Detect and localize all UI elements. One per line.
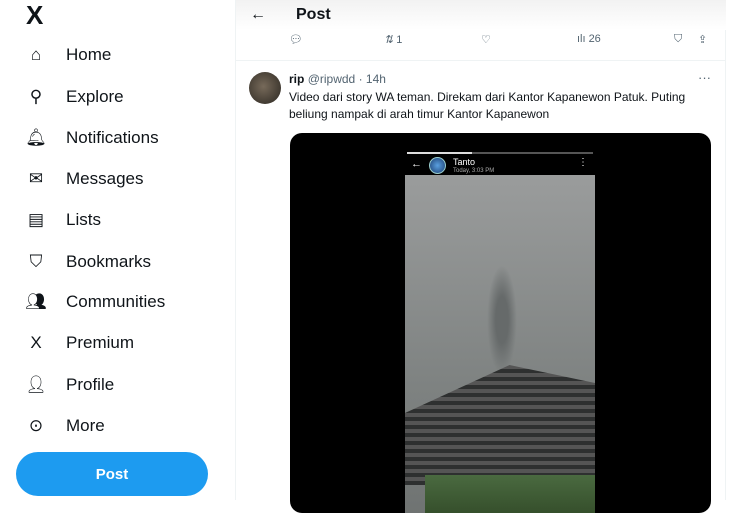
- sidebar-item-label: Notifications: [66, 128, 159, 147]
- sidebar-item-label: Communities: [66, 292, 166, 311]
- action-bar: 💬︎ ⇅ 1 ♡ ılı 26 ⛉ ⇪: [236, 33, 726, 53]
- story-name: Tanto: [453, 157, 476, 167]
- post-header: ← Post: [236, 0, 726, 30]
- sidebar-item-label: More: [66, 416, 105, 435]
- sidebar-item-label: Explore: [66, 87, 124, 106]
- views-count: 26: [588, 33, 601, 45]
- retweet-button[interactable]: ⇅ 1: [384, 33, 403, 47]
- sidebar-item-label: Lists: [66, 210, 101, 229]
- tornado-funnel: [487, 265, 517, 375]
- envelope-icon: ✉: [28, 169, 44, 188]
- post-button[interactable]: Post: [16, 452, 208, 496]
- story-avatar: [429, 157, 446, 174]
- author-name[interactable]: rip: [289, 72, 304, 86]
- views-icon: ılı: [577, 33, 586, 45]
- sidebar-item-label: Profile: [66, 375, 115, 394]
- more-options-icon[interactable]: ···: [698, 70, 711, 85]
- bell-icon: 🔔︎: [25, 128, 47, 147]
- back-arrow-icon[interactable]: ←: [250, 6, 266, 24]
- x-logo[interactable]: X: [26, 0, 43, 31]
- trees: [425, 475, 595, 513]
- story-menu-icon: ⋮: [578, 157, 588, 168]
- sidebar-item-messages[interactable]: ✉ Messages: [24, 167, 144, 191]
- sidebar-item-label: Home: [66, 45, 112, 64]
- tweet-video[interactable]: ← Tanto Today, 3:03 PM ⋮: [290, 133, 711, 513]
- sidebar: X ⌂ Home ⚲ Explore 🔔︎ Notifications ✉ Messages ▤…: [0, 0, 236, 500]
- bookmark-icon[interactable]: ⛉: [674, 33, 682, 46]
- divider: [236, 60, 726, 61]
- page-title: Post: [296, 6, 331, 23]
- sidebar-item-bookmarks[interactable]: ⛉ Bookmarks: [24, 250, 151, 274]
- main-column: ← Post 💬︎ ⇅ 1 ♡ ılı 26 ⛉ ⇪ rip @ripwdd · 1…: [236, 0, 726, 513]
- person-icon: 👤︎: [25, 375, 47, 394]
- sidebar-item-label: Bookmarks: [66, 252, 152, 271]
- video-frame: [405, 175, 595, 513]
- people-icon: 👥︎: [25, 292, 47, 311]
- tweet-meta: rip @ripwdd · 14h: [289, 72, 386, 86]
- tweet-time[interactable]: 14h: [366, 72, 386, 86]
- sidebar-item-more[interactable]: ⊙ More: [24, 414, 105, 438]
- sidebar-item-premium[interactable]: X Premium: [24, 331, 134, 355]
- story-time: Today, 3:03 PM: [453, 168, 495, 174]
- story-back-icon: ←: [411, 158, 422, 170]
- list-icon: ▤: [27, 210, 45, 229]
- story-progress: [407, 152, 593, 154]
- retweet-icon: ⇅: [384, 34, 394, 46]
- sidebar-item-label: Messages: [66, 169, 144, 188]
- home-icon: ⌂: [30, 45, 42, 64]
- reply-icon[interactable]: 💬︎: [289, 33, 303, 46]
- story-screenshot: ← Tanto Today, 3:03 PM ⋮: [405, 152, 595, 513]
- share-icon[interactable]: ⇪: [698, 33, 707, 46]
- author-handle[interactable]: @ripwdd: [308, 72, 356, 86]
- sidebar-item-lists[interactable]: ▤ Lists: [24, 208, 101, 232]
- sidebar-item-home[interactable]: ⌂ Home: [24, 43, 112, 67]
- more-circle-icon: ⊙: [28, 416, 44, 435]
- sidebar-item-communities[interactable]: 👥︎ Communities: [24, 290, 165, 314]
- views-button[interactable]: ılı 26: [577, 33, 601, 45]
- separator: ·: [358, 72, 363, 86]
- sidebar-item-profile[interactable]: 👤︎ Profile: [24, 373, 114, 397]
- sidebar-item-notifications[interactable]: 🔔︎ Notifications: [24, 126, 159, 150]
- bookmark-icon: ⛉: [29, 252, 43, 271]
- search-icon: ⚲: [29, 87, 43, 106]
- sidebar-item-explore[interactable]: ⚲ Explore: [24, 85, 124, 109]
- like-icon[interactable]: ♡: [481, 33, 491, 46]
- roof: [405, 365, 595, 485]
- retweet-count: 1: [396, 33, 403, 46]
- sidebar-item-label: Premium: [66, 333, 135, 352]
- x-icon: X: [30, 333, 42, 352]
- avatar[interactable]: [249, 72, 281, 104]
- tweet-text: Video dari story WA teman. Direkam dari …: [289, 90, 686, 121]
